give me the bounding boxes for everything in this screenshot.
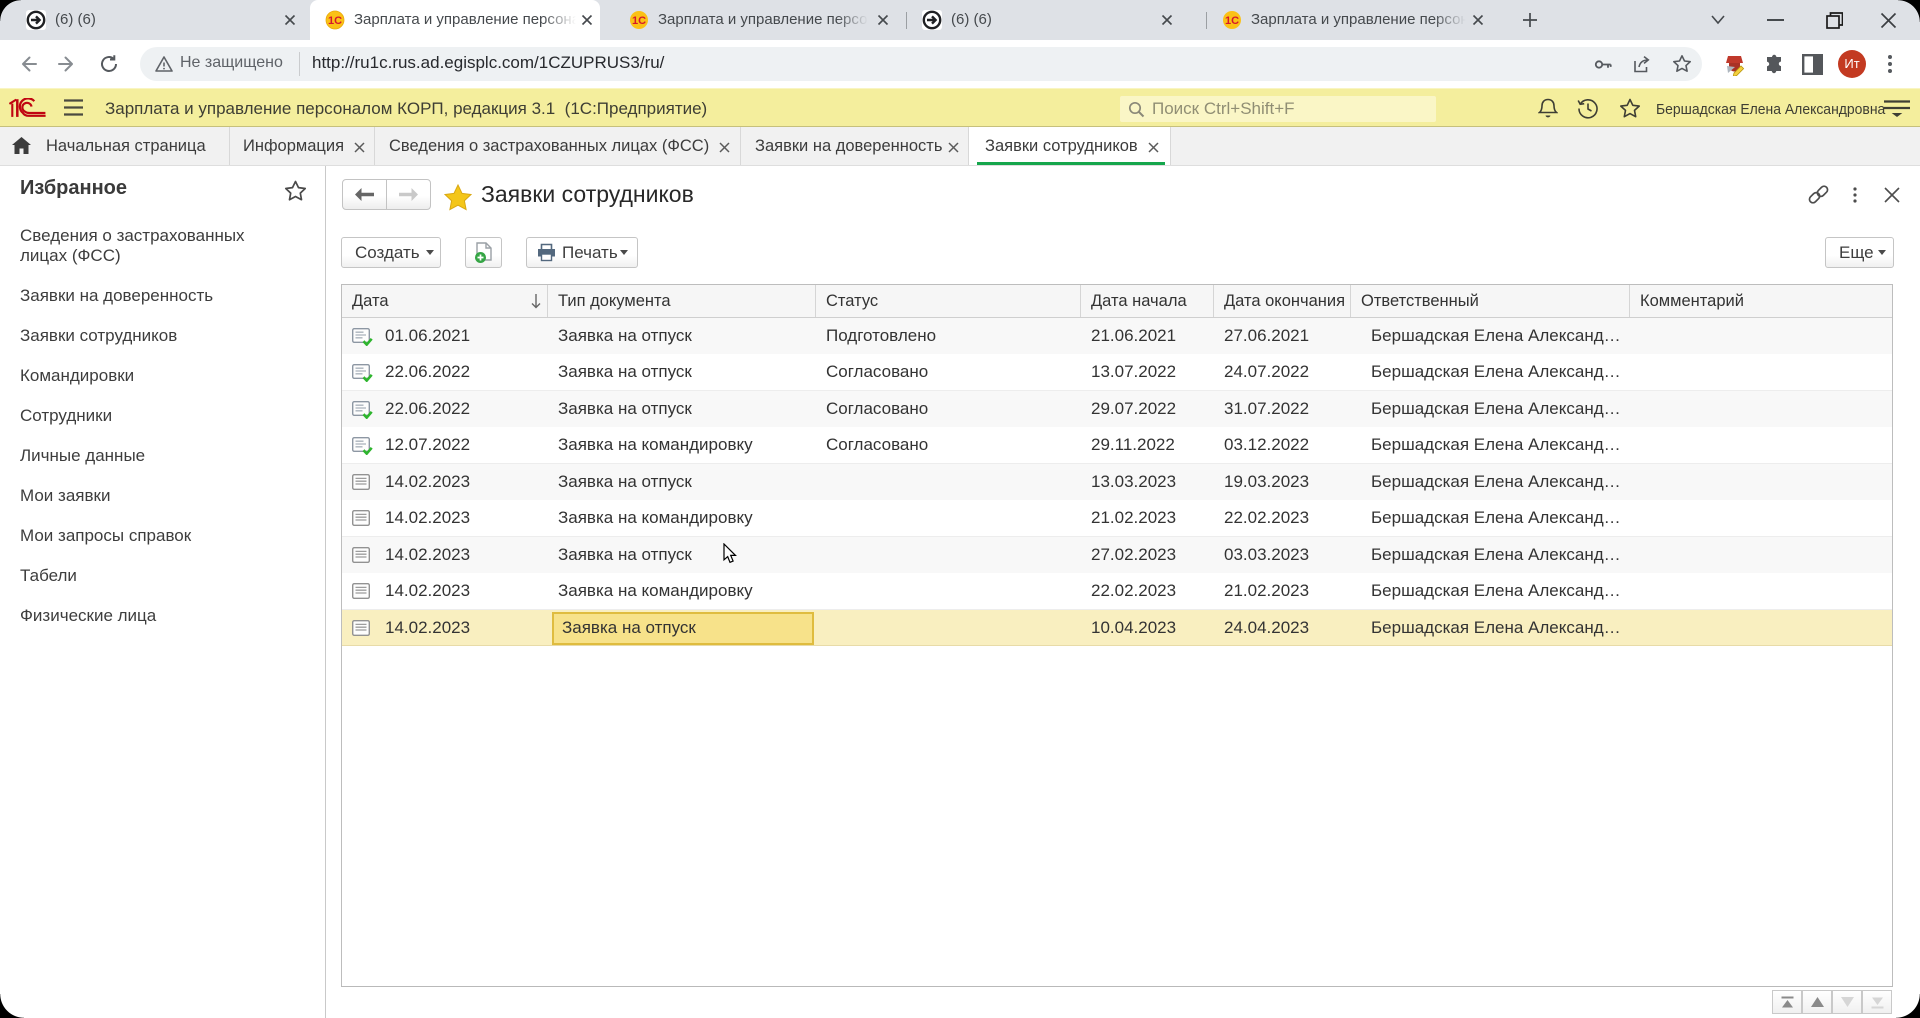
svg-text:1С: 1С [632, 15, 646, 27]
svg-text:1С: 1С [328, 15, 342, 27]
svg-text:1С: 1С [1225, 15, 1239, 27]
